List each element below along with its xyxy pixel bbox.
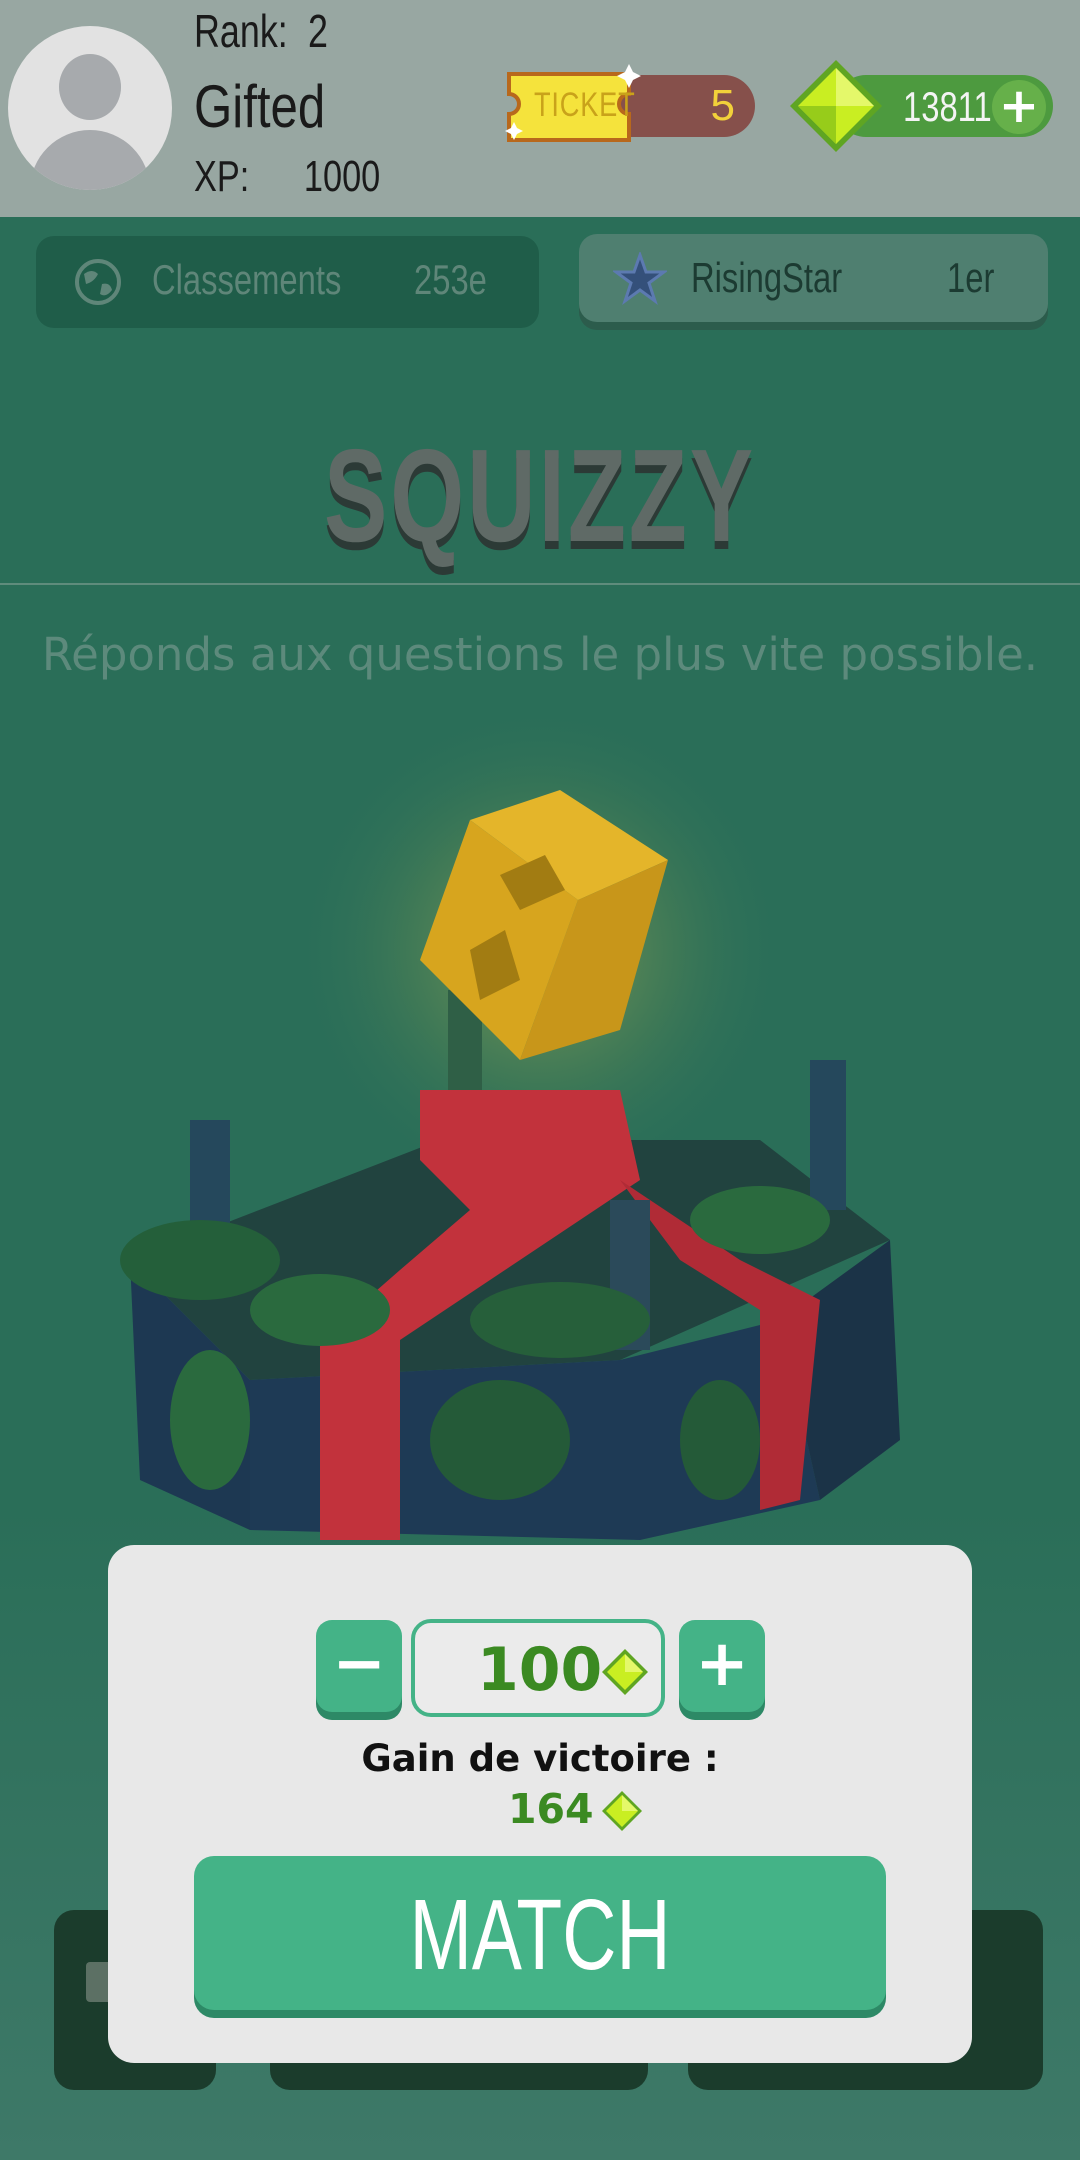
star-icon <box>613 252 667 305</box>
classements-button[interactable]: Classements 253e <box>36 236 539 328</box>
avatar-head <box>59 54 121 120</box>
add-gems-button[interactable]: + <box>992 80 1046 134</box>
bet-amount: 100 <box>477 1635 603 1705</box>
game-title: SQUIZZY <box>323 422 757 569</box>
decrease-bet-button[interactable]: − <box>316 1620 402 1712</box>
game-cube-illustration <box>120 700 900 1540</box>
globe-icon <box>75 259 121 305</box>
gain-label: Gain de victoire : <box>361 1737 719 1780</box>
rank-line: Rank: 2 <box>194 4 328 58</box>
risingstar-button[interactable]: RisingStar 1er <box>579 234 1048 322</box>
gain-value: 164 <box>508 1785 594 1833</box>
xp-label: XP: <box>194 152 250 201</box>
ticket-label: TICKET <box>534 86 636 124</box>
increase-bet-button[interactable]: + <box>679 1620 765 1712</box>
title-divider <box>0 583 1080 585</box>
risingstar-label: RisingStar <box>691 254 843 301</box>
match-label: MATCH <box>409 1879 671 1991</box>
gem-icon <box>602 1649 648 1695</box>
rank-value: 2 <box>308 5 328 57</box>
player-name: Gifted <box>194 73 326 140</box>
bet-modal: − 100 + Gain de victoire : 164 MATCH <box>108 1545 972 2063</box>
xp-line: XP: 1000 <box>194 152 380 202</box>
rank-label: Rank: <box>194 5 288 57</box>
ticket-count: 5 <box>710 81 735 130</box>
avatar[interactable] <box>8 26 172 190</box>
game-subtitle: Réponds aux questions le plus vite possi… <box>41 628 1039 681</box>
top-bar: Rank: 2 Gifted XP: 1000 5 TICKET 138110 + <box>0 0 1080 217</box>
gem-icon <box>790 60 882 152</box>
risingstar-value: 1er <box>947 254 995 301</box>
match-button[interactable]: MATCH <box>194 1856 886 2010</box>
bet-amount-field[interactable]: 100 <box>411 1619 665 1717</box>
classements-value: 253e <box>414 256 487 303</box>
avatar-body <box>30 130 150 190</box>
xp-value: 1000 <box>303 152 381 201</box>
gem-icon <box>602 1791 642 1831</box>
classements-label: Classements <box>152 256 342 303</box>
